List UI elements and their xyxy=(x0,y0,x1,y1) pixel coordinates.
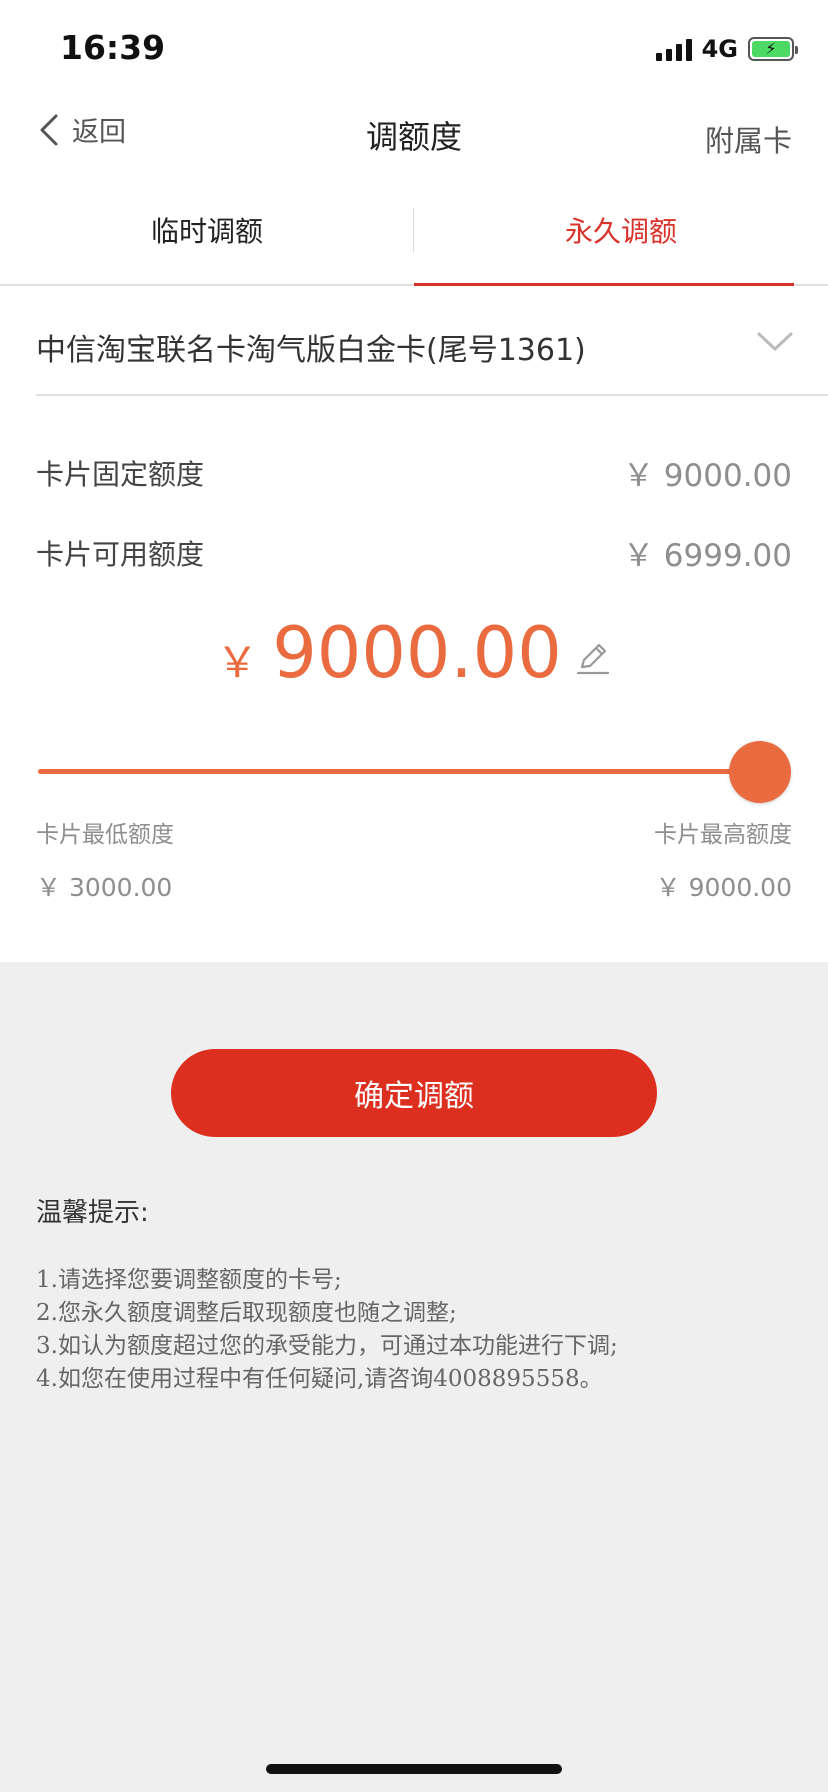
adjust-amount: ￥ 9000.00 xyxy=(0,612,828,694)
supplementary-card-link[interactable]: 附属卡 xyxy=(705,118,792,160)
limit-slider-track[interactable] xyxy=(38,769,760,774)
available-limit-label: 卡片可用额度 xyxy=(36,537,205,571)
currency-symbol: ￥ xyxy=(216,638,259,687)
card-selector[interactable]: 中信淘宝联名卡淘气版白金卡(尾号1361) xyxy=(36,300,828,396)
network-type: 4G xyxy=(701,35,738,63)
max-limit-value: ￥ 9000.00 xyxy=(655,873,792,902)
amount-value: 9000.00 xyxy=(272,612,562,694)
page-title: 调额度 xyxy=(365,118,462,156)
tab-permanent-adjust[interactable]: 永久调额 xyxy=(414,200,828,286)
battery-icon: ⚡ xyxy=(748,37,798,61)
min-limit-value: ￥ 3000.00 xyxy=(36,873,173,902)
limit-slider-thumb[interactable] xyxy=(729,741,791,803)
tips-list: 1.请选择您要调整额度的卡号; 2.您永久额度调整后取现额度也随之调整; 3.如… xyxy=(36,1264,618,1396)
tab-divider xyxy=(413,208,414,252)
tip-item: 4.如您在使用过程中有任何疑问,请咨询4008895558。 xyxy=(36,1366,603,1392)
fixed-limit-label: 卡片固定额度 xyxy=(36,457,205,491)
confirm-adjust-button[interactable]: 确定调额 xyxy=(171,1049,657,1137)
min-limit-label: 卡片最低额度 xyxy=(36,822,174,848)
tips-title: 温馨提示: xyxy=(36,1198,149,1228)
tip-item: 3.如认为额度超过您的承受能力，可通过本功能进行下调; xyxy=(36,1333,618,1359)
tab-bar: 临时调额 永久调额 xyxy=(0,200,828,286)
card-name: 中信淘宝联名卡淘气版白金卡(尾号1361) xyxy=(36,333,586,368)
max-limit-label: 卡片最高额度 xyxy=(654,822,792,848)
signal-icon xyxy=(655,37,692,61)
chevron-down-icon xyxy=(757,332,793,351)
home-indicator xyxy=(266,1764,562,1774)
tab-temporary-adjust[interactable]: 临时调额 xyxy=(0,200,414,284)
fixed-limit-value: ￥ 9000.00 xyxy=(622,458,792,494)
status-indicators: 4G ⚡ xyxy=(655,34,798,64)
available-limit-row: 卡片可用额度 ￥ 6999.00 xyxy=(36,530,792,575)
tip-item: 1.请选择您要调整额度的卡号; xyxy=(36,1267,342,1293)
edit-pencil-icon[interactable] xyxy=(574,639,612,677)
fixed-limit-row: 卡片固定额度 ￥ 9000.00 xyxy=(36,450,792,495)
tip-item: 2.您永久额度调整后取现额度也随之调整; xyxy=(36,1300,457,1326)
status-time: 16:39 xyxy=(60,28,166,67)
available-limit-value: ￥ 6999.00 xyxy=(622,538,792,574)
